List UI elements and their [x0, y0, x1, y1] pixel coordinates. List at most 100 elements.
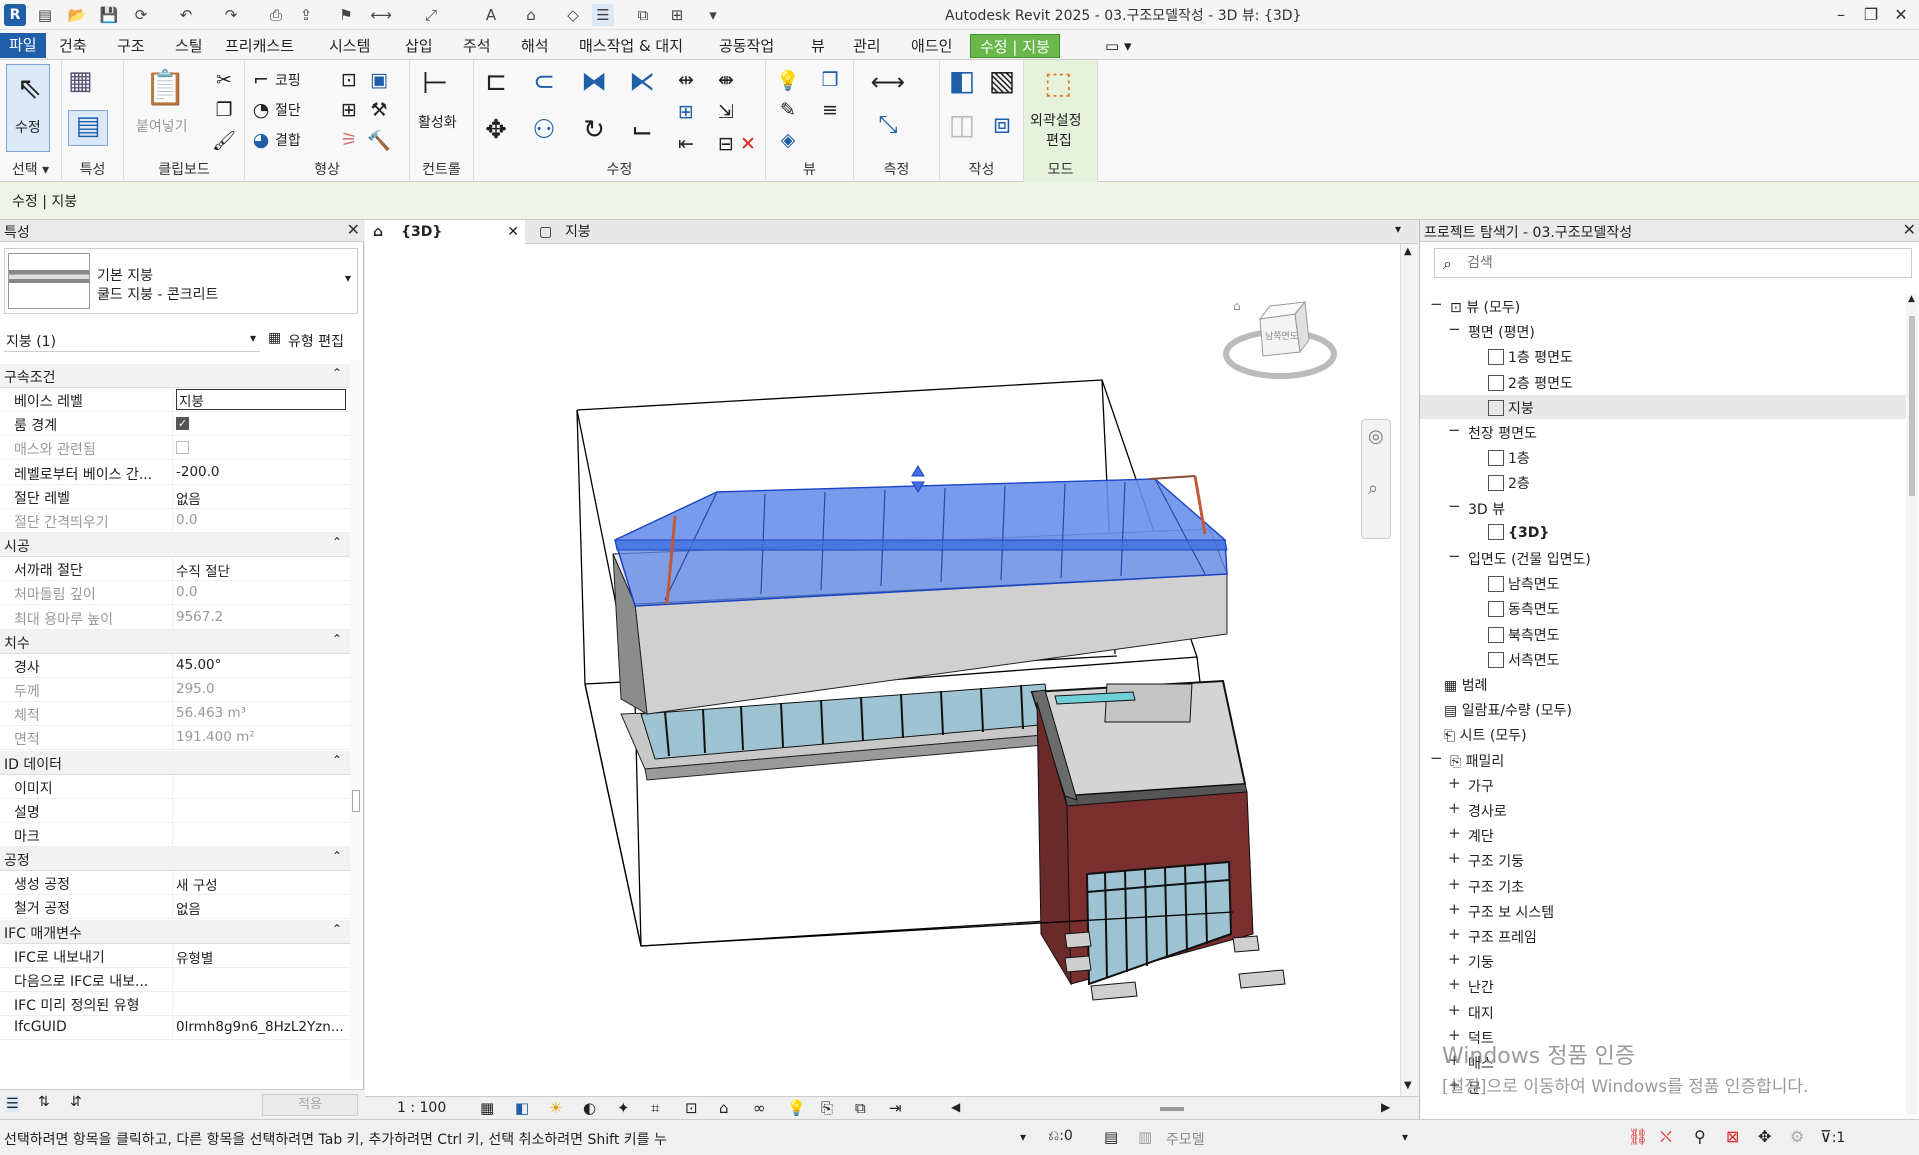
paste-icon[interactable]: 📋 — [144, 68, 186, 108]
background-process-icon[interactable]: ⚙ — [1790, 1127, 1804, 1146]
collapse-icon[interactable]: ⌃ — [332, 632, 342, 646]
linework-icon[interactable]: ✎ — [776, 98, 800, 122]
property-group[interactable]: 공정 ⌃ — [0, 847, 350, 872]
match-properties-icon[interactable]: 🖌 — [212, 128, 236, 152]
create-assembly-icon[interactable]: ⧈ — [984, 107, 1020, 140]
tree-item[interactable]: 북측면도 — [1420, 622, 1906, 646]
scroll-right-icon[interactable]: ▶ — [1381, 1100, 1390, 1114]
active-model[interactable]: 주모델 — [1166, 1129, 1205, 1149]
horizontal-scroll-thumb[interactable] — [1160, 1107, 1184, 1111]
split-icon[interactable]: ⇹ — [674, 68, 698, 92]
browser-scrollbar[interactable]: ▲ — [1906, 294, 1918, 1114]
tree-item[interactable]: ▤ 일람표/수량 (모두) — [1420, 697, 1906, 721]
trim-icon[interactable]: ⌙ — [630, 115, 654, 145]
zoom-region-icon[interactable]: ⌕ — [1368, 478, 1378, 499]
type-properties-icon[interactable]: ▦ — [68, 66, 108, 100]
dimension-icon[interactable]: ⟷ — [370, 4, 392, 26]
render-icon[interactable]: ✦ — [617, 1099, 630, 1117]
type-selector[interactable]: 기본 지붕 쿨드 지붕 - 콘크리트 ▾ — [4, 248, 358, 314]
expand-icon[interactable]: + — [1448, 875, 1461, 893]
tab-3[interactable]: 스틸 — [166, 34, 212, 58]
undo-icon[interactable]: ↶ — [175, 4, 197, 26]
cut-geometry-label[interactable]: 절단 — [275, 100, 301, 120]
property-group[interactable]: 구속조건 ⌃ — [0, 364, 350, 388]
collapse-icon[interactable]: − — [1448, 497, 1461, 515]
tab-12[interactable]: 관리 — [844, 34, 890, 58]
show-crop-icon[interactable]: ⊡ — [685, 1099, 698, 1117]
align-icon[interactable]: ⊏ — [484, 67, 508, 97]
create-parts-icon[interactable]: ◫ — [944, 108, 980, 141]
restore-icon[interactable]: ❐ — [1856, 2, 1886, 28]
tab-10[interactable]: 공동작업 — [710, 34, 783, 58]
scroll-left-icon[interactable]: ◀ — [951, 1100, 960, 1114]
unpin-icon[interactable]: ⇤ — [674, 132, 698, 156]
wall-joins-icon[interactable]: ⊞ — [337, 98, 361, 122]
paint-icon[interactable]: ▣ — [367, 68, 391, 92]
close-icon[interactable]: ✕ — [1886, 2, 1916, 28]
cope-icon[interactable]: ⌐ — [249, 68, 273, 92]
property-value[interactable]: 0lrmh8g9n6_8HzL2Yzn... — [176, 1019, 346, 1035]
property-value[interactable]: 수직 절단 — [176, 560, 346, 580]
aligned-dimension-icon[interactable]: ⤡ — [868, 110, 908, 138]
select-by-face-icon[interactable]: ⊠ — [1726, 1127, 1739, 1146]
shadows-icon[interactable]: ◐ — [583, 1099, 596, 1117]
customize-icon[interactable]: ▾ — [702, 4, 724, 26]
collapse-icon[interactable]: − — [1448, 547, 1461, 565]
worksharing-icon[interactable]: ⎘ — [821, 1099, 833, 1117]
expand-icon[interactable]: + — [1448, 799, 1461, 817]
tab-4[interactable]: 프리캐스트 — [216, 34, 303, 58]
tree-item[interactable]: + 구조 기초 — [1420, 874, 1906, 898]
expand-icon[interactable]: + — [1448, 975, 1461, 993]
cope-label[interactable]: 코핑 — [275, 70, 301, 90]
array-icon[interactable]: ⊞ — [674, 100, 698, 124]
tab-5[interactable]: 시스템 — [320, 34, 379, 58]
visual-style-icon[interactable]: ◧ — [515, 1099, 529, 1117]
demolish-icon[interactable]: ⚒ — [367, 98, 391, 122]
collapse-icon[interactable]: ⌃ — [332, 753, 342, 767]
tab-8[interactable]: 해석 — [512, 34, 558, 58]
print-icon[interactable]: ⎙ — [265, 4, 287, 26]
tree-item[interactable]: + 구조 보 시스템 — [1420, 899, 1906, 923]
bulb-icon[interactable]: 💡 — [776, 68, 800, 92]
join-label[interactable]: 결합 — [275, 130, 301, 150]
sort-az-icon[interactable]: ⇅ — [38, 1094, 50, 1110]
select-links-icon[interactable]: ⛓ — [1628, 1127, 1648, 1146]
tree-item[interactable]: 남측면도 — [1420, 571, 1906, 595]
split-face-icon[interactable]: ⊡ — [337, 68, 361, 92]
pin-icon[interactable]: ⊟ — [714, 132, 738, 156]
modify-tool-button[interactable]: ⇖ 수정 — [6, 64, 50, 152]
lock-view-icon[interactable]: ⌂ — [719, 1099, 729, 1117]
copy-element-icon[interactable]: ⚇ — [532, 115, 556, 145]
tree-item[interactable]: 동측면도 — [1420, 596, 1906, 620]
expand-icon[interactable]: + — [1448, 1001, 1461, 1019]
property-group[interactable]: 시공 ⌃ — [0, 533, 350, 558]
property-value[interactable]: 유형별 — [176, 947, 346, 967]
property-group[interactable]: 치수 ⌃ — [0, 629, 350, 654]
tree-item[interactable]: − 입면도 (건물 입면도) — [1420, 546, 1906, 570]
tab-7[interactable]: 주석 — [454, 34, 500, 58]
mirror-axis-icon[interactable]: ⧓ — [581, 67, 607, 97]
close-icon[interactable]: ✕ — [1903, 220, 1916, 239]
collapse-icon[interactable]: ⌃ — [332, 535, 342, 549]
tree-item[interactable]: + 대지 — [1420, 1000, 1906, 1024]
tab-13[interactable]: 애드인 — [902, 34, 961, 58]
thin-lines-icon[interactable]: ☰ — [592, 4, 614, 26]
select-panel-label[interactable]: 선택 ▾ — [0, 159, 61, 179]
scroll-thumb[interactable] — [1909, 316, 1915, 496]
model-3d-drawing[interactable]: 남쪽면도 ⌂ — [365, 244, 1400, 1096]
minimize-icon[interactable]: – — [1826, 2, 1856, 28]
cut-geometry-icon[interactable]: ◔ — [249, 98, 273, 122]
3d-viewport[interactable]: 남쪽면도 ⌂ ◎ ⌕ — [365, 244, 1400, 1096]
activate-label[interactable]: 활성화 — [418, 112, 457, 132]
tree-item[interactable]: 지붕 — [1420, 394, 1906, 419]
tab-1[interactable]: 건축 — [50, 34, 96, 58]
copy-icon[interactable]: ❐ — [212, 98, 236, 122]
default-3d-icon[interactable]: ⌂ — [520, 4, 542, 26]
collapse-icon[interactable]: ⌃ — [332, 849, 342, 863]
property-value[interactable]: 지붕 — [176, 389, 346, 410]
join-icon[interactable]: ◕ — [249, 128, 273, 152]
expand-icon[interactable]: + — [1448, 950, 1461, 968]
browser-search[interactable]: ⌕ — [1434, 248, 1912, 278]
measure-icon[interactable]: ⚑ — [335, 4, 357, 26]
drag-elements-icon[interactable]: ✥ — [1758, 1127, 1771, 1146]
